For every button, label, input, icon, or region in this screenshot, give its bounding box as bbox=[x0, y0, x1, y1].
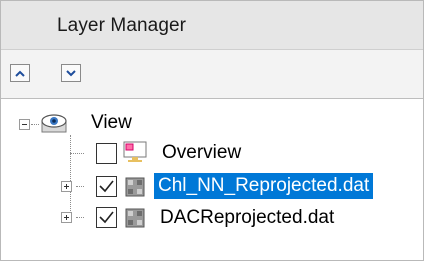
tree-connector bbox=[76, 186, 84, 187]
expand-toggle[interactable] bbox=[61, 212, 72, 223]
tree-connector bbox=[76, 217, 84, 218]
title-bar: Layer Manager bbox=[1, 1, 423, 50]
toolbar bbox=[1, 50, 423, 99]
raster-layer-icon bbox=[125, 177, 145, 197]
chl-nn-checkbox[interactable] bbox=[96, 176, 117, 197]
tree-connector bbox=[31, 124, 39, 125]
plus-icon bbox=[64, 184, 69, 189]
expand-toggle[interactable] bbox=[61, 181, 72, 192]
minus-icon bbox=[22, 124, 27, 125]
checkmark-icon bbox=[99, 180, 114, 193]
monitor-icon bbox=[123, 141, 147, 162]
collapse-toggle[interactable] bbox=[19, 119, 30, 130]
layer-manager-panel: Layer Manager View Overview Chl_NN_Repro… bbox=[0, 0, 424, 261]
raster-layer-icon bbox=[125, 208, 145, 228]
dac-checkbox[interactable] bbox=[96, 207, 117, 228]
tree-connector bbox=[70, 153, 84, 154]
overview-checkbox[interactable] bbox=[96, 143, 117, 164]
plus-icon bbox=[64, 215, 69, 220]
chevron-up-icon bbox=[15, 70, 25, 77]
move-up-button[interactable] bbox=[10, 64, 30, 82]
tree-node-view[interactable]: View bbox=[91, 110, 132, 136]
checkmark-icon bbox=[99, 211, 114, 224]
layer-label-chl-nn[interactable]: Chl_NN_Reprojected.dat bbox=[154, 173, 374, 199]
move-down-button[interactable] bbox=[61, 64, 81, 82]
tree-connector bbox=[70, 135, 71, 217]
chevron-down-icon bbox=[66, 69, 76, 76]
panel-title: Layer Manager bbox=[57, 15, 187, 36]
eye-icon bbox=[41, 114, 67, 133]
layer-tree: View Overview Chl_NN_Reprojected.dat DAC… bbox=[1, 99, 423, 260]
layer-label-overview[interactable]: Overview bbox=[162, 140, 241, 166]
layer-label-dac[interactable]: DACReprojected.dat bbox=[160, 205, 334, 231]
